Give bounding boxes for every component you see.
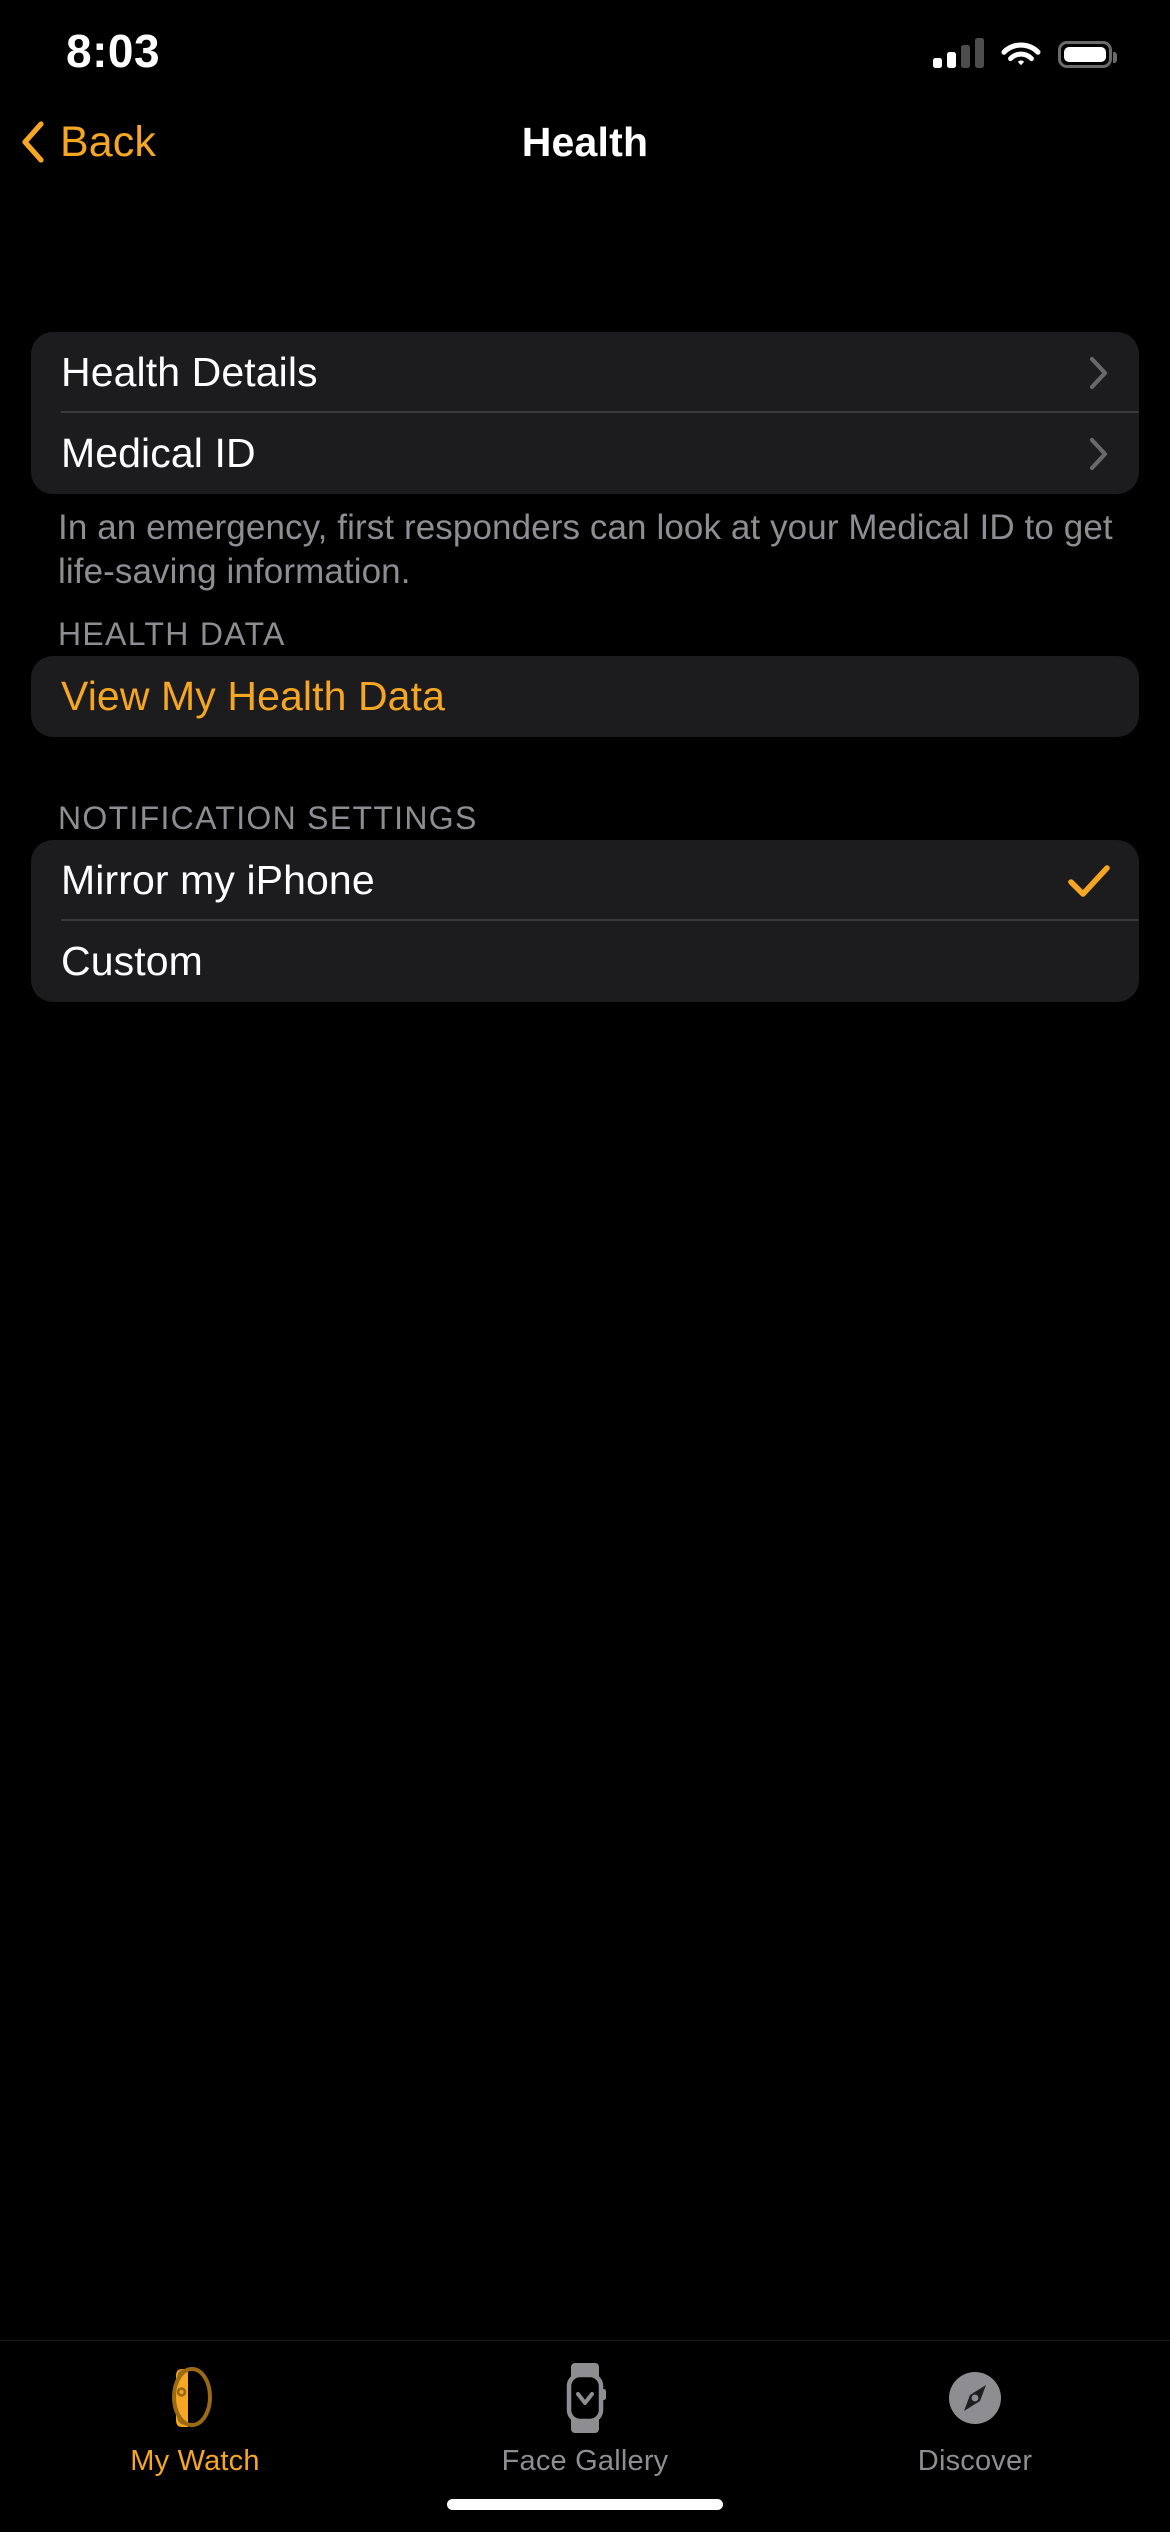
- row-health-details-label: Health Details: [61, 349, 318, 395]
- chevron-left-icon: [22, 121, 44, 163]
- medical-id-footer-text: In an emergency, first responders can lo…: [58, 508, 1113, 592]
- group-health-data: View My Health Data: [31, 656, 1139, 737]
- row-view-my-health-data[interactable]: View My Health Data: [31, 656, 1139, 737]
- checkmark-icon: [1068, 864, 1110, 897]
- tab-discover-label: Discover: [917, 2445, 1033, 2477]
- status-bar-time: 8:03: [66, 25, 161, 77]
- back-button[interactable]: Back: [0, 118, 156, 167]
- row-custom-label: Custom: [61, 938, 203, 984]
- home-indicator: [447, 2499, 723, 2510]
- tab-face-gallery[interactable]: Face Gallery: [390, 2359, 780, 2478]
- back-button-label: Back: [60, 117, 156, 166]
- apple-watch-side-icon: [162, 2359, 228, 2437]
- tab-bar: My Watch Face Gallery Discover: [0, 2340, 1170, 2532]
- status-bar-icons: [933, 28, 1117, 68]
- row-mirror-my-iphone-label: Mirror my iPhone: [61, 857, 375, 903]
- chevron-right-icon: [1089, 437, 1108, 470]
- watch-app-screen: 8:03 Back Health Health Details Medical …: [0, 0, 1170, 2532]
- section-header-health-data: HEALTH DATA: [58, 616, 286, 652]
- tab-my-watch-label: My Watch: [130, 2445, 260, 2477]
- settings-content: Health Details Medical ID In an emergenc…: [0, 188, 1170, 2532]
- row-medical-id[interactable]: Medical ID: [31, 413, 1139, 494]
- section-header-notification-settings: NOTIFICATION SETTINGS: [58, 800, 478, 836]
- watch-face-icon: [557, 2359, 613, 2437]
- wifi-icon: [1001, 42, 1041, 65]
- compass-icon: [945, 2359, 1005, 2437]
- group-health-details: Health Details Medical ID: [31, 332, 1139, 494]
- cellular-signal-icon: [933, 38, 984, 68]
- row-medical-id-label: Medical ID: [61, 430, 256, 476]
- group-notification-settings: Mirror my iPhone Custom: [31, 840, 1139, 1002]
- row-view-my-health-data-label: View My Health Data: [61, 673, 445, 719]
- tab-discover[interactable]: Discover: [780, 2359, 1170, 2478]
- row-custom[interactable]: Custom: [31, 921, 1139, 1002]
- battery-icon: [1058, 41, 1117, 68]
- status-bar: 8:03: [0, 0, 1170, 96]
- row-mirror-my-iphone[interactable]: Mirror my iPhone: [31, 840, 1139, 921]
- battery-fill: [1064, 47, 1106, 62]
- chevron-right-icon: [1089, 356, 1108, 389]
- page-title: Health: [521, 118, 649, 165]
- tab-face-gallery-label: Face Gallery: [501, 2445, 669, 2477]
- row-health-details[interactable]: Health Details: [31, 332, 1139, 413]
- navigation-bar: Back Health: [0, 96, 1170, 188]
- tab-my-watch[interactable]: My Watch: [0, 2359, 390, 2478]
